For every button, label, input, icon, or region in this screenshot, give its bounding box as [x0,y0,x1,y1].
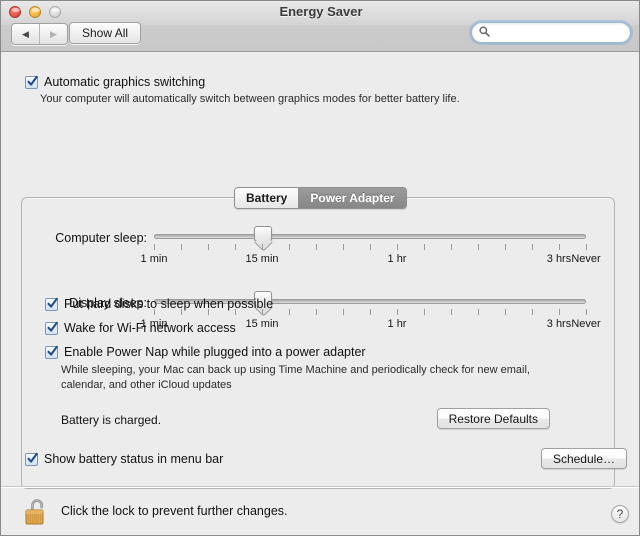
slider-tick [397,244,398,250]
wake-for-wifi-checkbox[interactable]: Wake for Wi-Fi network access [45,320,236,336]
slider-tick [181,244,182,250]
computer-sleep-slider-thumb[interactable] [254,226,272,241]
slider-tick [154,244,155,250]
slider-tick [451,244,452,250]
slider-tick [316,309,317,315]
search-icon [472,24,490,42]
slider-tick [478,309,479,315]
search-field[interactable] [471,22,631,43]
slider-tick [370,244,371,250]
slider-tick [451,309,452,315]
slider-tick [262,244,263,250]
lock-hint-text: Click the lock to prevent further change… [61,504,288,518]
slider-tick [208,244,209,250]
show-battery-status-label: Show battery status in menu bar [44,452,224,466]
checkmark-icon [25,75,38,89]
enable-power-nap-label: Enable Power Nap while plugged into a po… [64,345,366,359]
navigation-segmented-control: ◀ ▶ [11,23,68,45]
tab-power-adapter[interactable]: Power Adapter [298,188,406,208]
slider-tick-label: 3 hrs [546,318,572,330]
slider-tick [586,309,587,315]
checkmark-icon [45,345,58,359]
titlebar: Energy Saver ◀ ▶ Show All [1,1,639,52]
slider-tick-label: 15 min [245,253,279,265]
slider-tick [289,309,290,315]
slider-tick [532,244,533,250]
slider-tick [424,309,425,315]
battery-status-text: Battery is charged. [61,413,162,427]
back-button[interactable]: ◀ [12,24,39,44]
slider-tick [343,309,344,315]
computer-sleep-slider[interactable] [154,226,586,241]
help-button[interactable]: ? [611,505,629,523]
slider-tick [343,244,344,250]
put-hard-disks-to-sleep-checkbox[interactable]: Put hard disks to sleep when possible [45,296,273,312]
slider-tick-label: 1 hr [387,318,407,330]
slider-tick [559,244,560,250]
slider-tick [316,244,317,250]
computer-sleep-label: Computer sleep: [55,231,147,245]
tab-battery[interactable]: Battery [235,188,299,208]
show-battery-status-checkbox[interactable]: Show battery status in menu bar [25,451,223,467]
slider-tick-label: 1 hr [387,253,407,265]
slider-tick [559,309,560,315]
checkmark-icon [45,321,58,335]
slider-tick [235,244,236,250]
slider-tick [532,309,533,315]
slider-tick [586,244,587,250]
preference-pane-content: Automatic graphics switching Your comput… [1,52,639,535]
automatic-graphics-switching-description: Your computer will automatically switch … [40,93,460,105]
put-hard-disks-to-sleep-label: Put hard disks to sleep when possible [64,297,274,311]
checkmark-icon [25,452,38,466]
footer-divider [1,486,639,488]
slider-tick [505,309,506,315]
schedule-button[interactable]: Schedule… [540,448,627,469]
computer-sleep-slider-row: Computer sleep: 1 min 15 min 1 hr 3 hrs Neve… [55,226,601,265]
slider-tick [424,244,425,250]
computer-sleep-tick-labels: 1 min 15 min 1 hr 3 hrs Never [141,253,601,267]
slider-tick-label: 1 min [140,253,168,265]
slider-tick-label: 15 min [245,318,279,330]
slider-tick-label: Never [571,253,601,265]
power-source-tabs: Battery Power Adapter [234,187,407,209]
slider-tick [478,244,479,250]
energy-saver-window: Energy Saver ◀ ▶ Show All Automatic grap… [0,0,640,536]
slider-tick [397,309,398,315]
automatic-graphics-switching-checkbox[interactable]: Automatic graphics switching [25,74,205,90]
slider-tick-label: 3 hrs [546,253,572,265]
wake-for-wifi-label: Wake for Wi-Fi network access [64,321,236,335]
enable-power-nap-checkbox[interactable]: Enable Power Nap while plugged into a po… [45,344,366,360]
search-input[interactable] [494,25,618,40]
computer-sleep-tickmarks [154,244,587,251]
show-all-button[interactable]: Show All [69,22,142,44]
slider-tick [505,244,506,250]
slider-tick-label: Never [571,318,601,330]
lock-icon[interactable] [23,496,53,528]
slider-tick [370,309,371,315]
window-title: Energy Saver [279,4,363,19]
slider-tick [289,244,290,250]
forward-button[interactable]: ▶ [39,24,67,44]
enable-power-nap-description: While sleeping, your Mac can back up usi… [61,364,530,391]
restore-defaults-button[interactable]: Restore Defaults [436,408,550,429]
checkmark-icon [45,297,58,311]
automatic-graphics-switching-label: Automatic graphics switching [44,75,206,89]
